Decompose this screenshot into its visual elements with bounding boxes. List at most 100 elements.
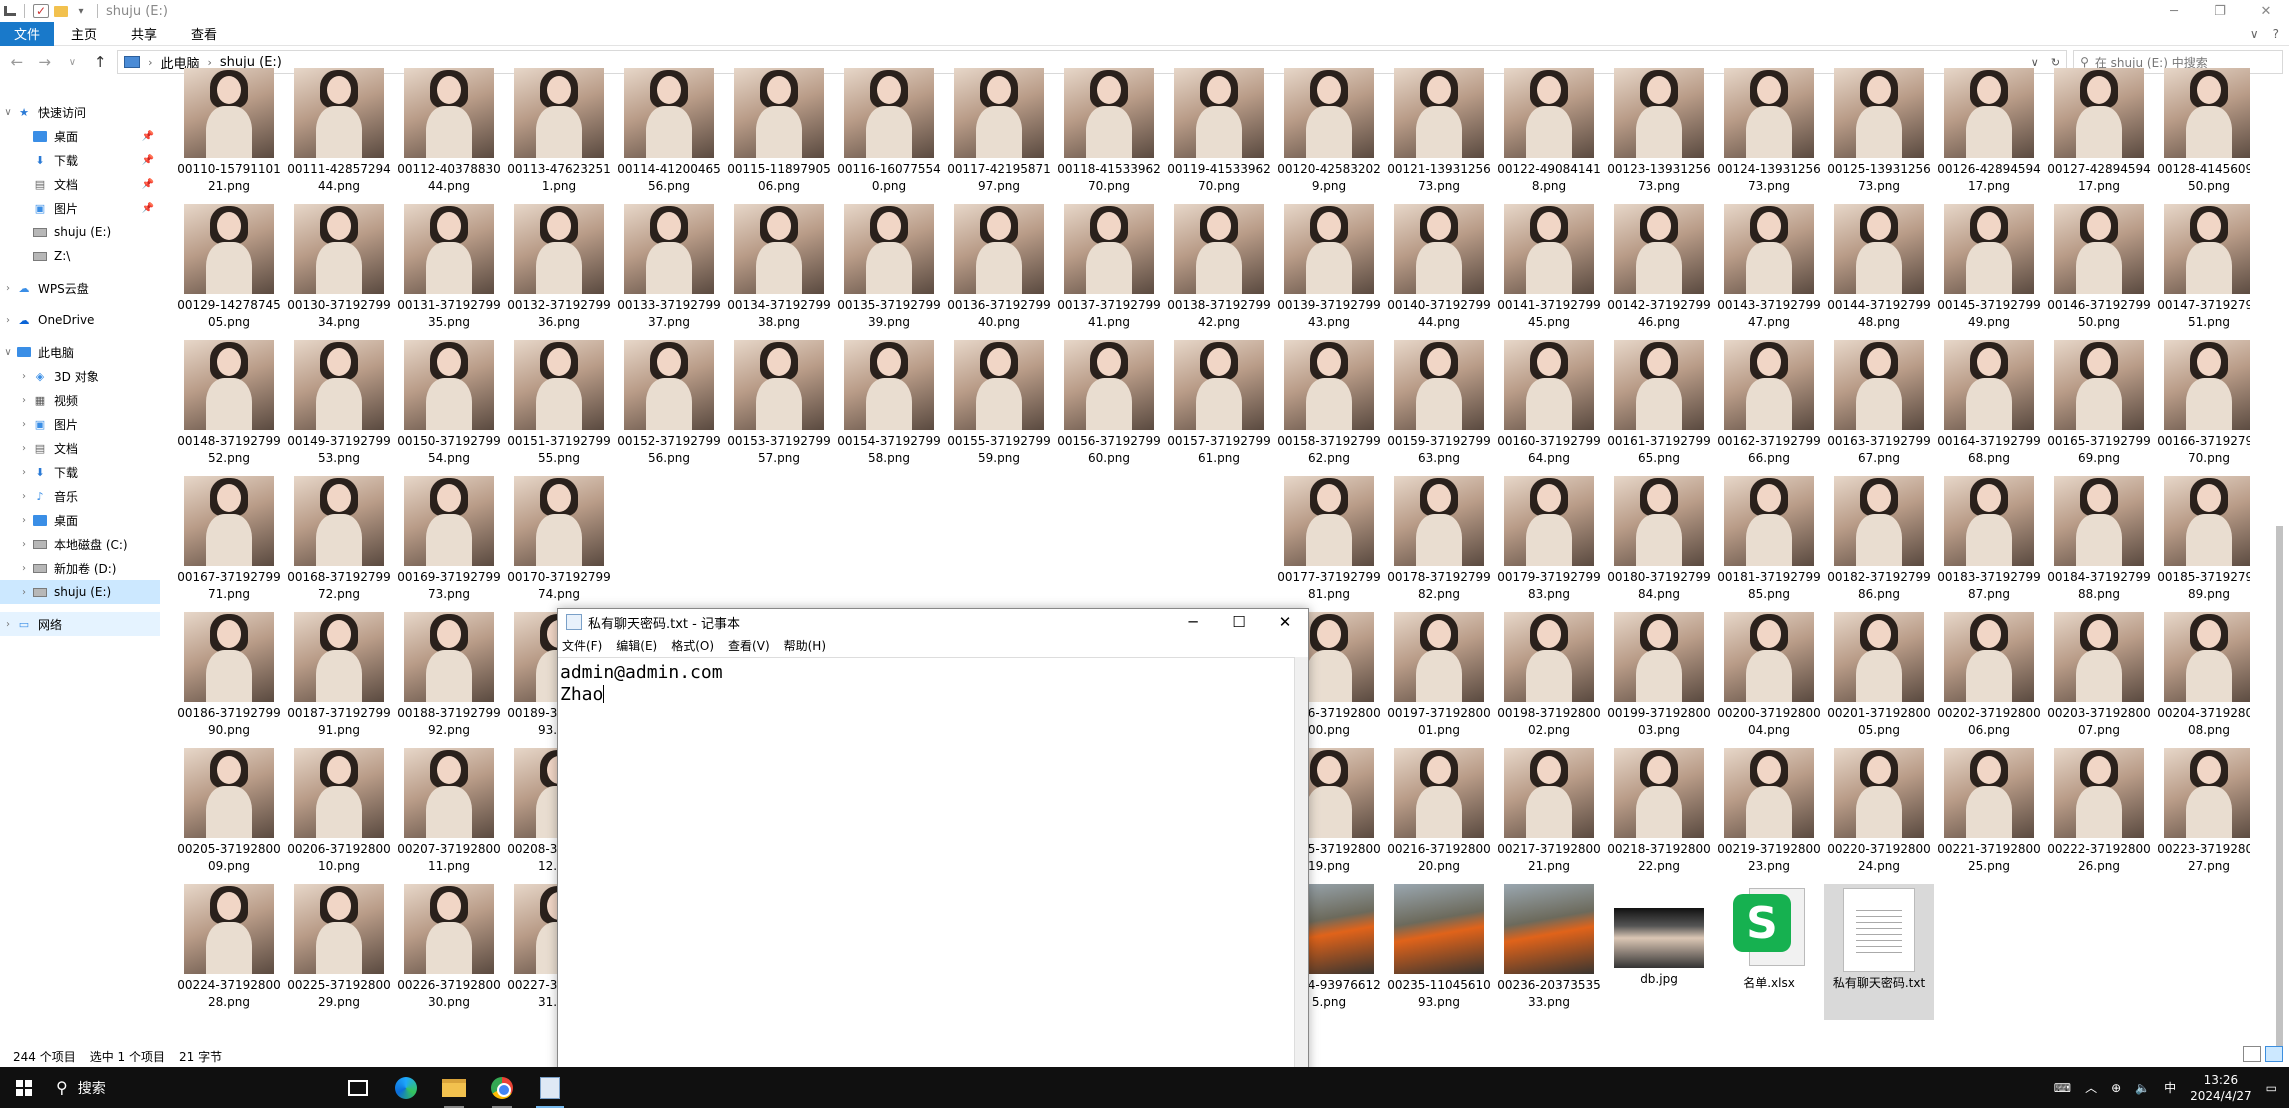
file-tile[interactable]: 00131-3719279935.png (394, 204, 504, 340)
file-tile[interactable]: 00164-3719279968.png (1934, 340, 2044, 476)
file-tile[interactable]: 00225-3719280029.png (284, 884, 394, 1020)
file-tile[interactable]: 00140-3719279944.png (1384, 204, 1494, 340)
file-tile[interactable]: 00162-3719279966.png (1714, 340, 1824, 476)
new-folder-icon[interactable] (53, 4, 69, 18)
nav-drive-c[interactable]: › 本地磁盘 (C:) (0, 532, 160, 556)
chevron-right-icon[interactable]: › (0, 283, 16, 294)
chevron-right-icon[interactable]: › (16, 563, 32, 574)
file-tile[interactable]: 00134-3719279938.png (724, 204, 834, 340)
file-tile[interactable]: 00148-3719279952.png (174, 340, 284, 476)
file-tile[interactable]: 00197-3719280001.png (1384, 612, 1494, 748)
file-tile[interactable]: 00159-3719279963.png (1384, 340, 1494, 476)
file-tile[interactable]: 00128-4145609450.png (2154, 68, 2250, 204)
file-tile[interactable]: 00136-3719279940.png (944, 204, 1054, 340)
nav-pictures-pc[interactable]: › ▣ 图片 (0, 412, 160, 436)
file-tile[interactable]: 00221-3719280025.png (1934, 748, 2044, 884)
chevron-right-icon[interactable]: › (16, 491, 32, 502)
file-tile[interactable]: 00115-1189790506.png (724, 68, 834, 204)
network-status-icon[interactable]: ⊕ (2111, 1081, 2121, 1095)
file-tile[interactable]: 00184-3719279988.png (2044, 476, 2154, 612)
chevron-right-icon[interactable]: › (0, 315, 16, 326)
menu-view[interactable]: 查看(V) (728, 637, 770, 654)
file-tile[interactable]: 00207-3719280011.png (394, 748, 504, 884)
file-tile[interactable]: 00183-3719279987.png (1934, 476, 2044, 612)
chevron-right-icon[interactable]: › (16, 371, 32, 382)
file-tile[interactable]: 00236-2037353533.png (1494, 884, 1604, 1020)
clock[interactable]: 13:26 2024/4/27 (2190, 1072, 2252, 1104)
file-tile[interactable]: 00121-1393125673.png (1384, 68, 1494, 204)
file-tile[interactable]: 00217-3719280021.png (1494, 748, 1604, 884)
details-view-icon[interactable] (2243, 1046, 2261, 1062)
file-tile[interactable]: 私有聊天密码.txt (1824, 884, 1934, 1020)
file-tile[interactable]: 00152-3719279956.png (614, 340, 724, 476)
file-tile[interactable]: 00138-3719279942.png (1164, 204, 1274, 340)
file-tile[interactable]: 00129-1427874505.png (174, 204, 284, 340)
keyboard-icon[interactable]: ⌨ (2054, 1081, 2071, 1095)
tab-view[interactable]: 查看 (174, 22, 234, 46)
file-tile[interactable]: 00204-3719280008.png (2154, 612, 2250, 748)
nav-documents-pc[interactable]: › ▤ 文档 (0, 436, 160, 460)
chevron-right-icon[interactable]: › (0, 619, 16, 630)
up-arrow-icon[interactable]: ↑ (89, 51, 111, 73)
file-tile[interactable]: 00160-3719279964.png (1494, 340, 1604, 476)
chevron-right-icon[interactable]: › (16, 539, 32, 550)
nav-downloads-pc[interactable]: › ⬇ 下载 (0, 460, 160, 484)
file-tile[interactable]: 00143-3719279947.png (1714, 204, 1824, 340)
file-tile[interactable]: 00118-4153396270.png (1054, 68, 1164, 204)
notepad-scrollbar[interactable] (1294, 657, 1308, 1107)
maximize-button[interactable]: ❐ (2197, 0, 2243, 22)
notification-icon[interactable]: ▭ (2266, 1081, 2277, 1095)
tab-share[interactable]: 共享 (114, 22, 174, 46)
file-tile[interactable]: 00151-3719279955.png (504, 340, 614, 476)
chevron-right-icon[interactable]: › (16, 395, 32, 406)
file-tile[interactable]: db.jpg (1604, 884, 1714, 1020)
chevron-right-icon[interactable]: › (16, 515, 32, 526)
task-view-button[interactable] (334, 1067, 382, 1108)
file-tile[interactable]: 00226-3719280030.png (394, 884, 504, 1020)
file-tile[interactable]: 00111-4285729444.png (284, 68, 394, 204)
file-tile[interactable]: 00165-3719279969.png (2044, 340, 2154, 476)
file-tile[interactable]: 00157-3719279961.png (1164, 340, 1274, 476)
file-tile[interactable]: 00117-4219587197.png (944, 68, 1054, 204)
file-tile[interactable]: 00186-3719279990.png (174, 612, 284, 748)
file-tile[interactable]: 00141-3719279945.png (1494, 204, 1604, 340)
vertical-scrollbar[interactable] (2273, 66, 2285, 1046)
nav-drive-d[interactable]: › 新加卷 (D:) (0, 556, 160, 580)
minimize-button[interactable]: ─ (1170, 609, 1216, 635)
back-arrow-icon[interactable]: ← (6, 51, 28, 73)
properties-icon[interactable]: ✓ (33, 4, 49, 18)
nav-z-drive[interactable]: Z:\ (0, 244, 160, 268)
chrome-taskbar-button[interactable] (478, 1067, 526, 1108)
file-tile[interactable]: 00180-3719279984.png (1604, 476, 1714, 612)
file-tile[interactable]: 00222-3719280026.png (2044, 748, 2154, 884)
chevron-up-icon[interactable]: ︿ (2085, 1079, 2097, 1096)
chevron-right-icon[interactable]: › (16, 443, 32, 454)
file-tile[interactable]: 00155-3719279959.png (944, 340, 1054, 476)
nav-3d-objects[interactable]: › ◈ 3D 对象 (0, 364, 160, 388)
ime-indicator[interactable]: 中 (2164, 1079, 2176, 1096)
file-tile[interactable]: 00224-3719280028.png (174, 884, 284, 1020)
minimize-button[interactable]: ─ (2151, 0, 2197, 22)
nav-documents[interactable]: ▤ 文档 📌 (0, 172, 160, 196)
file-tile[interactable]: 00142-3719279946.png (1604, 204, 1714, 340)
chevron-right-icon[interactable]: › (16, 467, 32, 478)
file-tile[interactable]: 00158-3719279962.png (1274, 340, 1384, 476)
file-tile[interactable]: S 名单.xlsx (1714, 884, 1824, 1020)
explorer-taskbar-button[interactable] (430, 1067, 478, 1108)
start-button[interactable] (0, 1067, 48, 1108)
file-tile[interactable]: 00120-425832029.png (1274, 68, 1384, 204)
nav-wps-cloud[interactable]: › ☁ WPS云盘 (0, 276, 160, 300)
file-tile[interactable]: 00166-3719279970.png (2154, 340, 2250, 476)
file-tile[interactable]: 00182-3719279986.png (1824, 476, 1934, 612)
menu-edit[interactable]: 编辑(E) (616, 637, 657, 654)
dropdown-icon[interactable]: ▾ (73, 4, 89, 18)
file-tile[interactable]: 00200-3719280004.png (1714, 612, 1824, 748)
file-tile[interactable]: 00114-4120046556.png (614, 68, 724, 204)
file-tile[interactable]: 00123-1393125673.png (1604, 68, 1714, 204)
file-tile[interactable]: 00202-3719280006.png (1934, 612, 2044, 748)
file-tile[interactable]: 00133-3719279937.png (614, 204, 724, 340)
file-tile[interactable]: 00219-3719280023.png (1714, 748, 1824, 884)
nav-shuju-quick[interactable]: shuju (E:) (0, 220, 160, 244)
nav-quick-access[interactable]: ∨ ★ 快速访问 (0, 100, 160, 124)
file-tile[interactable]: 00150-3719279954.png (394, 340, 504, 476)
